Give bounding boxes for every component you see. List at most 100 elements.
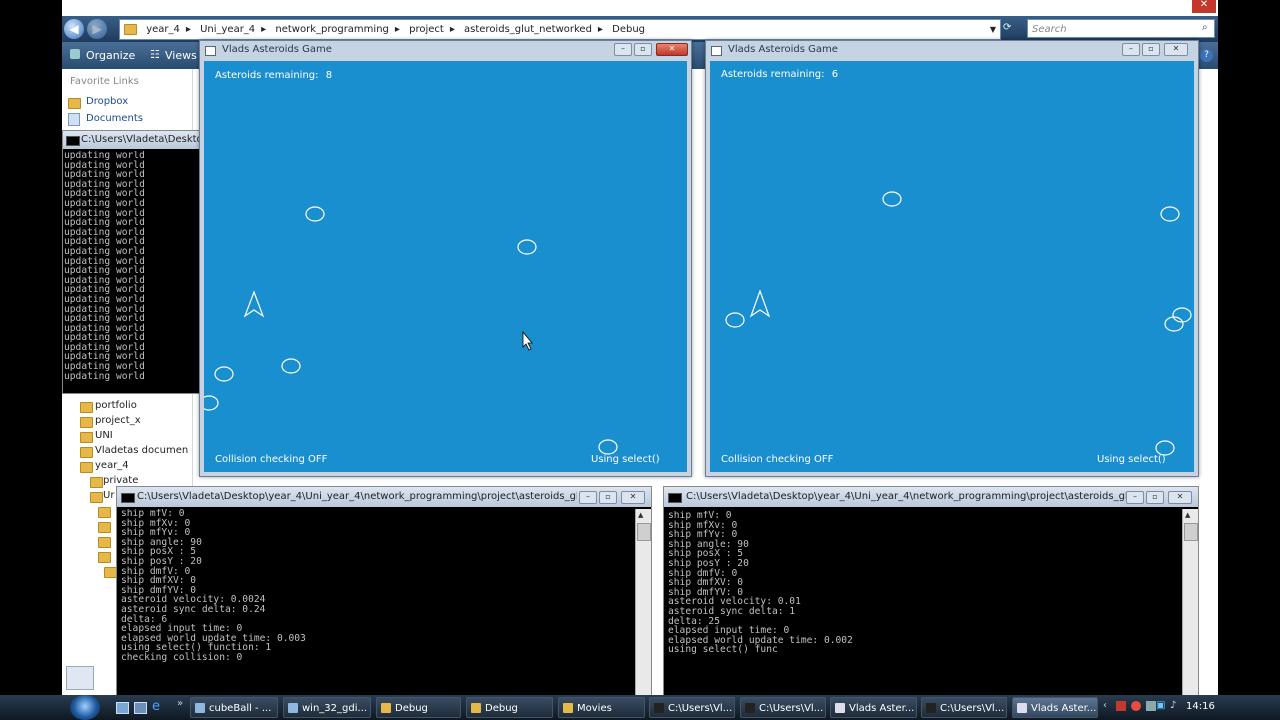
world-console-window[interactable]: C:\Users\Vladeta\Desktop\y updating worl…	[62, 130, 201, 394]
tree-item-year-4[interactable]: year_4	[95, 460, 129, 471]
folder-icon	[68, 98, 81, 109]
breadcrumb-item[interactable]: network_programming	[275, 24, 389, 35]
taskbar-item-label: Movies	[577, 703, 612, 714]
scrollbar[interactable]: ▲	[635, 509, 651, 695]
taskbar-item-label: win_32_gdi...	[302, 703, 368, 714]
asteroid	[1155, 440, 1175, 456]
search-icon[interactable]: ⌕	[1202, 22, 1208, 33]
tree-item-portfolio[interactable]: portfolio	[95, 400, 137, 411]
tray-expand-icon[interactable]: ‹	[1103, 700, 1107, 711]
console-window-right[interactable]: C:\Users\Vladeta\Desktop\year_4\Uni_year…	[663, 486, 1199, 697]
breadcrumb-item[interactable]: year_4	[146, 24, 180, 35]
console-icon	[121, 493, 135, 503]
taskbar-item[interactable]: Vlads Aster...	[1012, 697, 1098, 718]
close-button[interactable]: ✕	[1164, 43, 1188, 56]
folder-icon	[80, 417, 93, 428]
asteroid	[204, 395, 219, 411]
scrollbar-thumb[interactable]	[637, 523, 651, 541]
sidebar-item-dropbox[interactable]: Dropbox	[86, 96, 128, 107]
documents-icon	[68, 113, 80, 126]
internet-explorer-icon[interactable]: e	[152, 699, 160, 714]
tray-app-icon[interactable]	[1131, 701, 1141, 711]
close-button[interactable]: ✕	[1192, 0, 1216, 13]
breadcrumb-item[interactable]: project	[409, 24, 444, 35]
close-button[interactable]: ✕	[656, 43, 688, 56]
taskbar-item[interactable]: C:\Users\Vl...	[649, 697, 735, 718]
maximize-button[interactable]: ▫	[1142, 43, 1160, 56]
maximize-button[interactable]: ▫	[634, 43, 652, 56]
tree-item-uni-sub[interactable]: Ur	[103, 490, 114, 501]
refresh-icon[interactable]: ⟳	[1003, 22, 1011, 33]
minimize-button[interactable]: –	[579, 491, 597, 504]
game-canvas[interactable]: Asteroids remaining: 8 Collision checkin…	[204, 61, 687, 472]
clock[interactable]: 14:16	[1186, 701, 1215, 712]
game-field	[725, 191, 1192, 456]
breadcrumb-item[interactable]: asteroids_glut_networked	[464, 24, 592, 35]
sidebar-item-documents[interactable]: Documents	[86, 113, 143, 124]
console-title: C:\Users\Vladeta\Desktop\year_4\Uni_year…	[137, 491, 577, 502]
taskbar-item[interactable]: win_32_gdi...	[283, 697, 371, 718]
taskbar-item[interactable]: cubeBall - ...	[190, 697, 278, 718]
folder-icon	[381, 703, 391, 713]
back-icon[interactable]: ◀	[64, 19, 84, 39]
search-input[interactable]: Search	[1027, 19, 1215, 38]
game-window-left[interactable]: Vlads Asteroids Game – ▫ ✕ Asteroids rem…	[199, 40, 692, 477]
game-canvas[interactable]: Asteroids remaining: 6 Collision checkin…	[710, 61, 1194, 472]
taskbar-item[interactable]: C:\Users\Vl...	[921, 697, 1007, 718]
close-button[interactable]: ✕	[621, 491, 645, 504]
quicklaunch-more-icon[interactable]: »	[177, 698, 183, 709]
taskbar-item[interactable]: Vlads Aster...	[830, 697, 917, 718]
asteroid	[598, 439, 618, 455]
tree-item-uni[interactable]: UNI	[95, 430, 113, 441]
console-output: ship mfV: 0 ship mfXv: 0 ship mfYv: 0 sh…	[668, 511, 1178, 695]
organize-button[interactable]: Organize	[86, 49, 135, 62]
forward-icon[interactable]: ▶	[87, 19, 107, 39]
taskbar-item-label: Debug	[395, 703, 428, 714]
scroll-up-icon[interactable]: ▲	[638, 511, 643, 519]
tree-item-vladetas-documents[interactable]: Vladetas documen	[95, 445, 188, 456]
folder-icon	[80, 447, 93, 458]
taskbar-item-label: Vlads Aster...	[1031, 703, 1097, 714]
minimize-button[interactable]: –	[1122, 43, 1140, 56]
taskbar-item-label: Debug	[485, 703, 518, 714]
console-title: C:\Users\Vladeta\Desktop\y	[81, 134, 200, 145]
tray-app-icon[interactable]	[1116, 701, 1126, 711]
scroll-up-icon[interactable]: ▲	[1185, 511, 1190, 519]
tree-item-private[interactable]: private	[103, 475, 138, 486]
collision-status: Collision checking OFF	[215, 454, 328, 465]
tree-item-project-x[interactable]: project_x	[95, 415, 141, 426]
taskbar-item[interactable]: C:\Users\Vl...	[740, 697, 826, 718]
scrollbar[interactable]: ▲	[1182, 509, 1198, 695]
console-window-left[interactable]: C:\Users\Vladeta\Desktop\year_4\Uni_year…	[116, 486, 652, 697]
close-button[interactable]: ✕	[1168, 491, 1192, 504]
taskbar-item[interactable]: Movies	[558, 697, 645, 718]
game-window-right[interactable]: Vlads Asteroids Game – ▫ ✕ Asteroids rem…	[705, 40, 1199, 477]
chevron-down-icon[interactable]: ▼	[990, 20, 996, 39]
start-button[interactable]	[70, 695, 100, 720]
breadcrumb-item[interactable]: Uni_year_4	[200, 24, 255, 35]
asteroid	[281, 358, 301, 374]
maximize-button[interactable]: ▫	[1165, 0, 1172, 11]
tray-app-icon[interactable]	[1146, 701, 1156, 711]
minimize-button[interactable]: −	[1139, 0, 1147, 11]
minimize-button[interactable]: –	[1126, 491, 1144, 504]
minimize-button[interactable]: –	[614, 43, 632, 56]
help-icon[interactable]: ?	[1200, 49, 1213, 62]
folder-icon	[90, 477, 103, 488]
views-button[interactable]: Views	[165, 49, 197, 62]
network-icon[interactable]: ▣	[1156, 700, 1165, 711]
taskbar-item[interactable]: Debug	[376, 697, 461, 718]
maximize-button[interactable]: ▫	[1146, 491, 1164, 504]
volume-icon[interactable]: ♪	[1170, 700, 1176, 711]
address-field[interactable]: year_4 ▸ Uni_year_4 ▸ network_programming ▸…	[119, 19, 1001, 40]
details-pane-icon	[66, 666, 94, 690]
scrollbar-thumb[interactable]	[1184, 523, 1198, 541]
explorer-window-controls: − ▫ ✕	[1127, 0, 1218, 14]
maximize-button[interactable]: ▫	[599, 491, 617, 504]
switch-windows-icon[interactable]	[134, 702, 147, 714]
asteroid	[517, 239, 537, 255]
player-ship	[243, 290, 265, 318]
taskbar-item[interactable]: Debug	[466, 697, 553, 718]
show-desktop-icon[interactable]	[116, 702, 129, 714]
breadcrumb-item[interactable]: Debug	[612, 24, 645, 35]
